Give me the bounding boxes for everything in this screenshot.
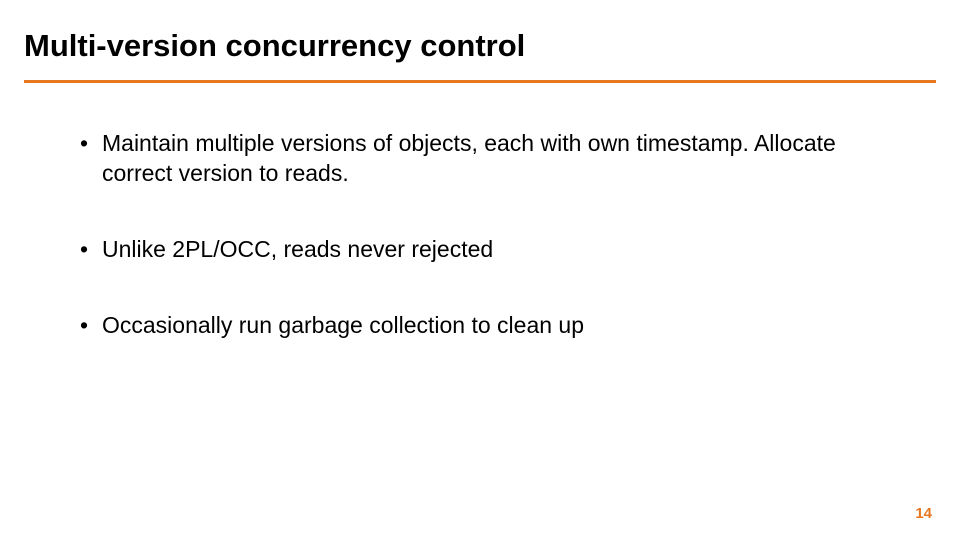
bullet-marker-icon: • (78, 129, 102, 159)
slide-content: • Maintain multiple versions of objects,… (0, 83, 960, 341)
bullet-item: • Maintain multiple versions of objects,… (78, 129, 890, 189)
bullet-text: Unlike 2PL/OCC, reads never rejected (102, 235, 890, 265)
bullet-text: Maintain multiple versions of objects, e… (102, 129, 890, 189)
bullet-item: • Unlike 2PL/OCC, reads never rejected (78, 235, 890, 265)
page-number: 14 (915, 505, 932, 522)
bullet-item: • Occasionally run garbage collection to… (78, 311, 890, 341)
bullet-marker-icon: • (78, 235, 102, 265)
slide-title: Multi-version concurrency control (0, 0, 960, 80)
bullet-text: Occasionally run garbage collection to c… (102, 311, 890, 341)
bullet-marker-icon: • (78, 311, 102, 341)
